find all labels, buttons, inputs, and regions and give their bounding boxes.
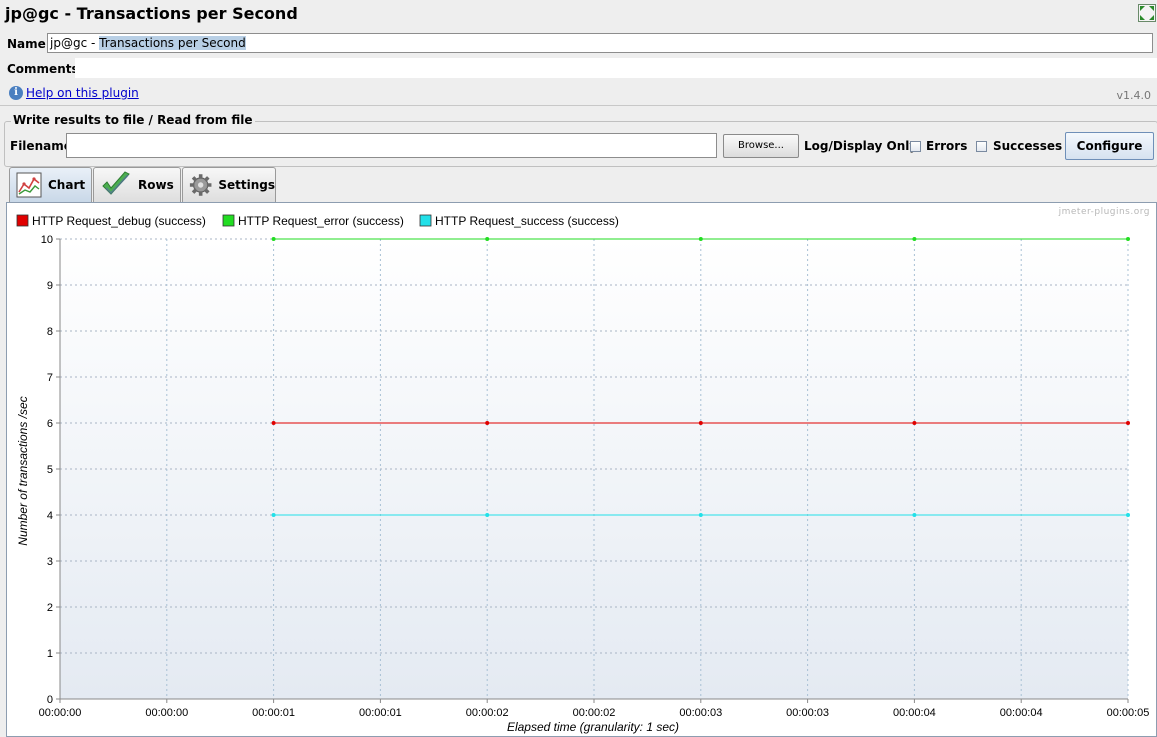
tab-chart-label: Chart (48, 178, 86, 192)
info-icon: i (9, 85, 23, 100)
y-tick-label: 5 (47, 464, 53, 476)
x-tick-label: 00:00:01 (359, 707, 402, 719)
help-link[interactable]: Help on this plugin (26, 86, 139, 100)
divider (0, 105, 1157, 106)
tab-chart[interactable]: Chart (9, 167, 92, 202)
y-tick-label: 9 (47, 280, 53, 292)
data-point (698, 421, 703, 425)
configure-button[interactable]: Configure (1065, 132, 1154, 160)
data-point (912, 513, 917, 517)
data-point (271, 513, 276, 517)
comments-field[interactable] (75, 58, 1157, 78)
file-section-legend: Write results to file / Read from file (11, 113, 255, 127)
window-title: jp@gc - Transactions per Second (5, 4, 298, 23)
errors-label: Errors (926, 139, 968, 153)
name-input-selected-text: Transactions per Second (99, 36, 246, 50)
y-tick-label: 4 (47, 510, 53, 522)
name-label: Name: (7, 37, 51, 51)
gear-icon (189, 174, 212, 196)
x-tick-label: 00:00:02 (573, 707, 616, 719)
y-tick-label: 0 (47, 694, 53, 706)
successes-label: Successes (993, 139, 1063, 153)
tab-rows-label: Rows (138, 178, 174, 192)
legend-swatch (222, 214, 235, 227)
y-tick-label: 10 (41, 234, 53, 246)
data-point (271, 237, 276, 241)
tab-settings[interactable]: Settings (182, 167, 276, 202)
x-tick-label: 00:00:03 (786, 707, 829, 719)
x-tick-label: 00:00:04 (893, 707, 936, 719)
comments-label: Comments: (7, 62, 84, 76)
data-point (1126, 421, 1130, 425)
legend-swatch (419, 214, 432, 227)
x-tick-label: 00:00:00 (39, 707, 82, 719)
data-point (485, 513, 490, 517)
data-point (485, 421, 490, 425)
data-point (698, 237, 703, 241)
x-axis-label: Elapsed time (granularity: 1 sec) (507, 720, 679, 734)
filename-input[interactable] (66, 133, 717, 158)
chart-panel: 0 1 2 3 4 5 6 7 8 9 10 00:00:00 00:00:00 00:00:01 00:0… (6, 202, 1157, 737)
name-input[interactable]: jp@gc - Transactions per Second (47, 33, 1153, 53)
legend-label: HTTP Request_error (success) (238, 214, 404, 228)
data-point (271, 421, 276, 425)
chart-icon (16, 172, 42, 198)
version-label: v1.4.0 (1116, 89, 1152, 102)
y-tick-label: 8 (47, 326, 53, 338)
tab-rows[interactable]: Rows (93, 167, 181, 202)
data-point (1126, 513, 1130, 517)
checkmark-icon (102, 171, 130, 195)
successes-checkbox[interactable] (976, 141, 987, 152)
help-row: i Help on this plugin (9, 85, 139, 100)
data-point (912, 421, 917, 425)
y-tick-label: 7 (47, 372, 53, 384)
data-point (1126, 237, 1130, 241)
x-tick-label: 00:00:04 (1000, 707, 1043, 719)
line-chart: 0 1 2 3 4 5 6 7 8 9 10 00:00:00 00:00:00 00:00:01 00:0… (16, 214, 1150, 734)
y-tick-label: 2 (47, 602, 53, 614)
errors-checkbox[interactable] (910, 141, 921, 152)
y-axis-label: Number of transactions /sec (16, 396, 30, 545)
legend-label: HTTP Request_debug (success) (32, 214, 206, 228)
x-tick-label: 00:00:05 (1107, 707, 1150, 719)
x-tick-label: 00:00:03 (679, 707, 722, 719)
expand-icon[interactable] (1138, 4, 1156, 22)
x-tick-label: 00:00:00 (145, 707, 188, 719)
name-input-prefix: jp@gc - (50, 36, 100, 50)
data-point (485, 237, 490, 241)
data-point (698, 513, 703, 517)
y-tick-label: 3 (47, 556, 53, 568)
log-display-only-label: Log/Display Only: (804, 139, 922, 153)
x-tick-label: 00:00:01 (252, 707, 295, 719)
x-tick-label: 00:00:02 (466, 707, 509, 719)
data-point (912, 237, 917, 241)
legend-swatch (16, 214, 29, 227)
y-tick-label: 1 (47, 648, 53, 660)
tab-settings-label: Settings (218, 178, 275, 192)
filename-label: Filename (10, 139, 72, 153)
watermark: jmeter-plugins.org (1058, 207, 1150, 217)
browse-button[interactable]: Browse... (723, 134, 799, 158)
legend-label: HTTP Request_success (success) (435, 214, 619, 228)
y-tick-label: 6 (47, 418, 53, 430)
